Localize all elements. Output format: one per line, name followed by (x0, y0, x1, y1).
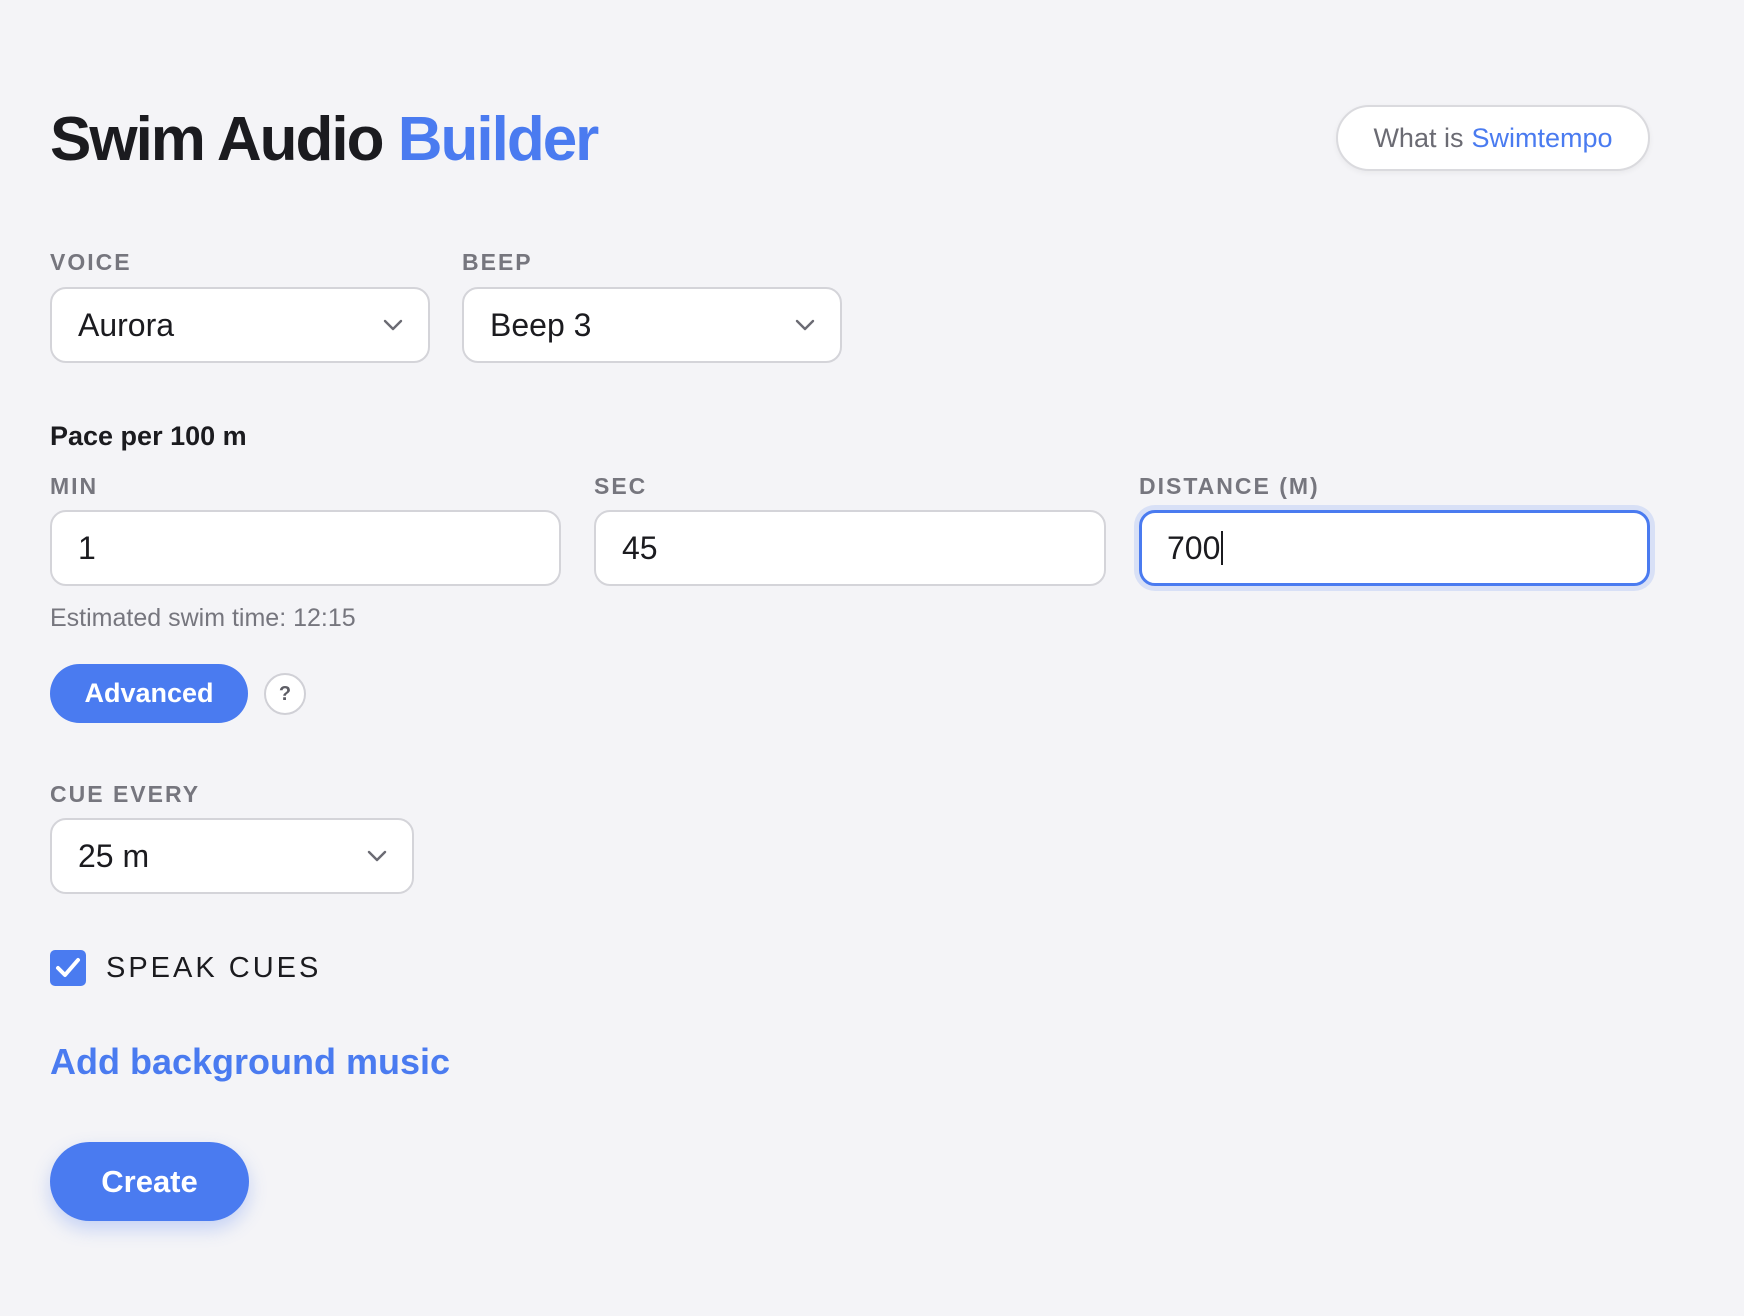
speak-cues-checkbox[interactable] (50, 950, 86, 986)
min-input[interactable]: 1 (50, 510, 561, 586)
voice-select[interactable]: Aurora (50, 287, 430, 363)
beep-label: BEEP (462, 249, 533, 275)
min-label: MIN (50, 473, 99, 499)
page-title-main: Swim Audio (50, 105, 384, 174)
chevron-down-icon (383, 319, 403, 331)
chevron-down-icon (795, 319, 815, 331)
speak-cues-label[interactable]: SPEAK CUES (106, 950, 321, 986)
voice-select-value: Aurora (78, 306, 175, 343)
text-caret (1221, 531, 1224, 565)
cue-every-label: CUE EVERY (50, 781, 201, 807)
cue-every-select[interactable]: 25 m (50, 818, 414, 894)
chevron-down-icon (367, 850, 387, 862)
create-button[interactable]: Create (50, 1142, 249, 1221)
min-input-value: 1 (78, 529, 96, 566)
cue-every-value: 25 m (78, 837, 150, 874)
beep-select[interactable]: Beep 3 (462, 287, 842, 363)
beep-select-value: Beep 3 (490, 306, 592, 343)
sec-label: SEC (594, 473, 648, 499)
advanced-button[interactable]: Advanced (50, 664, 248, 723)
check-icon (56, 958, 80, 977)
estimated-swim-time: Estimated swim time: 12:15 (50, 604, 356, 632)
add-background-music-link[interactable]: Add background music (50, 1040, 450, 1084)
what-is-swimtempo-button[interactable]: What is Swimtempo (1336, 105, 1650, 171)
distance-input[interactable]: 700 (1139, 510, 1650, 586)
pace-heading: Pace per 100 m (50, 421, 247, 451)
distance-label: DISTANCE (M) (1139, 473, 1320, 499)
about-brand: Swimtempo (1471, 122, 1613, 153)
voice-label: VOICE (50, 249, 132, 275)
swim-audio-builder-page: Swim Audio Builder What is Swimtempo VOI… (0, 0, 1744, 1316)
sec-input-value: 45 (622, 529, 658, 566)
about-prefix: What is (1373, 122, 1464, 153)
page-title: Swim Audio Builder (50, 100, 600, 180)
help-icon[interactable]: ? (264, 673, 306, 715)
sec-input[interactable]: 45 (594, 510, 1106, 586)
distance-input-value: 700 (1167, 529, 1221, 566)
page-title-accent: Builder (397, 105, 600, 174)
